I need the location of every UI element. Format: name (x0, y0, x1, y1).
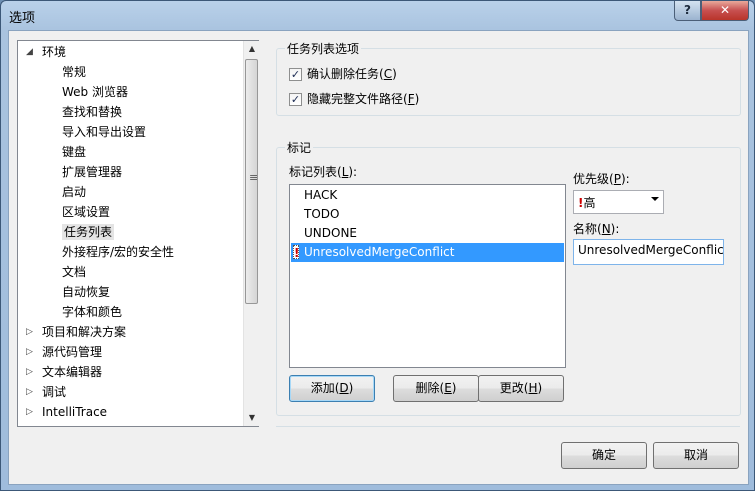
grip-icon: ≡ (249, 171, 259, 184)
tree-node-label: 任务列表 (62, 224, 115, 240)
dropdown-arrow-icon[interactable] (651, 197, 659, 201)
token-list-item[interactable]: UNDONE (291, 224, 564, 243)
tree-node-child[interactable]: 查找和替换 (62, 102, 122, 122)
help-button[interactable]: ? (674, 1, 701, 21)
tokens-group: 标记 标记列表(L): HACK TODO UNDONE! UnresolvedMer… (276, 139, 741, 416)
tree-node-label: 文档 (62, 265, 87, 279)
token-list-item[interactable]: TODO (291, 205, 564, 224)
tree-node-label: 区域设置 (62, 205, 111, 219)
scroll-up-arrow-icon[interactable]: ▲ (244, 41, 260, 57)
token-list-item[interactable]: ! UnresolvedMergeConflict (291, 243, 564, 262)
hide-path-label: 隐藏完整文件路径(F) (307, 92, 420, 106)
tree-node-label: 调试 (42, 385, 67, 399)
token-label: TODO (304, 207, 340, 221)
footer-divider (276, 426, 740, 427)
delete-button[interactable]: 删除(E) (393, 375, 479, 402)
tree-node-child[interactable]: 扩展管理器 (62, 162, 122, 182)
ok-button[interactable]: 确定 (561, 442, 647, 469)
collapsed-arrow-icon[interactable]: ▷ (26, 362, 36, 382)
token-listbox[interactable]: HACK TODO UNDONE! UnresolvedMergeConflict (289, 184, 566, 368)
close-icon: ✕ (719, 3, 731, 17)
tree-node-child[interactable]: 外接程序/宏的安全性 (62, 242, 174, 262)
tree-node-label: IntelliTrace (42, 405, 108, 419)
confirm-delete-checkbox[interactable]: ✓ (289, 68, 302, 81)
tree-node-child[interactable]: Web 浏览器 (62, 82, 128, 102)
token-list-item[interactable]: HACK (291, 186, 564, 205)
scrollbar-thumb[interactable]: ≡ (245, 59, 258, 304)
tree-node-child[interactable]: 文档 (62, 262, 86, 282)
tree-node-label: 常规 (62, 65, 87, 79)
tree-node-label: Web 浏览器 (62, 85, 128, 99)
tree-node-label: 导入和导出设置 (62, 125, 147, 139)
tree-node-child[interactable]: 常规 (62, 62, 86, 82)
tree-node-child[interactable]: 区域设置 (62, 202, 110, 222)
tree-node-label: 键盘 (62, 145, 87, 159)
collapsed-arrow-icon[interactable]: ▷ (26, 342, 36, 362)
token-label: UNDONE (304, 226, 358, 240)
title-bar: 选项 ? ✕ (1, 1, 754, 29)
close-button[interactable]: ✕ (701, 1, 749, 21)
window-title: 选项 (9, 11, 36, 26)
tree-node-label: 项目和解决方案 (42, 325, 127, 339)
tree-node-child[interactable]: 任务列表 (62, 222, 115, 242)
tree-node-label: 文本编辑器 (42, 365, 103, 379)
tree-node-label: 字体和颜色 (62, 305, 123, 319)
collapsed-arrow-icon[interactable]: ▷ (26, 382, 36, 402)
help-icon: ? (684, 3, 691, 17)
tree-node-child[interactable]: 启动 (62, 182, 86, 202)
collapsed-arrow-icon[interactable]: ▷ (26, 322, 36, 342)
tree-node-label: 启动 (62, 185, 87, 199)
confirm-delete-label: 确认删除任务(C) (307, 67, 397, 81)
group-title: 任务列表选项 (285, 40, 362, 57)
name-input[interactable]: UnresolvedMergeConflic (573, 239, 724, 265)
collapsed-arrow-icon[interactable]: ▷ (26, 402, 36, 422)
token-label: UnresolvedMergeConflict (304, 245, 455, 259)
tree-node-label: 源代码管理 (42, 345, 103, 359)
tree-node-label: 外接程序/宏的安全性 (62, 245, 175, 259)
tree-node-label: 自动恢复 (62, 285, 111, 299)
name-label: 名称(N): (573, 222, 620, 236)
token-label: HACK (304, 188, 338, 202)
dialog-client-area: ◢ 环境 常规 Web 浏览器 查找和替换 导入和导出设置 键盘 扩展管理器 启动 区域设置任… (8, 30, 749, 485)
tree-node-label: 扩展管理器 (62, 165, 123, 179)
options-tree[interactable]: ◢ 环境 常规 Web 浏览器 查找和替换导入和导出设置 键盘扩展管理器启动区域设置任… (17, 40, 259, 427)
add-button[interactable]: 添加(D) (289, 375, 375, 402)
cancel-button[interactable]: 取消 (653, 442, 739, 469)
tree-node-label: 查找和替换 (62, 105, 123, 119)
high-priority-flag-icon: ! (293, 245, 300, 260)
priority-label: 优先级(P): (573, 172, 630, 186)
token-list-label: 标记列表(L): (289, 165, 358, 179)
priority-value: !高 (578, 196, 596, 210)
group-title: 标记 (285, 139, 314, 156)
hide-path-checkbox[interactable]: ✓ (289, 93, 302, 106)
tree-node-child[interactable]: 字体和颜色 (62, 302, 122, 322)
tree-scrollbar[interactable]: ▲ ≡ ▼ (243, 41, 259, 426)
expanded-arrow-icon[interactable]: ◢ (26, 42, 36, 62)
priority-dropdown[interactable]: !高 (573, 190, 664, 214)
tree-node-label: 环境 (42, 45, 67, 59)
tree-node-child[interactable]: 导入和导出设置 (62, 122, 146, 142)
scroll-down-arrow-icon[interactable]: ▼ (244, 410, 260, 426)
options-dialog: 选项 ? ✕ ◢ 环境 常规 Web 浏览器 查找和替换导入和导出设置 键盘扩展管理器… (0, 0, 755, 491)
tree-node-child[interactable]: 键盘 (62, 142, 86, 162)
change-button[interactable]: 更改(H) (478, 375, 564, 402)
task-list-options-group: 任务列表选项 ✓ 确认删除任务(C) ✓ 隐藏完整文件路径(F) (276, 40, 741, 116)
tree-node-child[interactable]: 自动恢复 (62, 282, 110, 302)
